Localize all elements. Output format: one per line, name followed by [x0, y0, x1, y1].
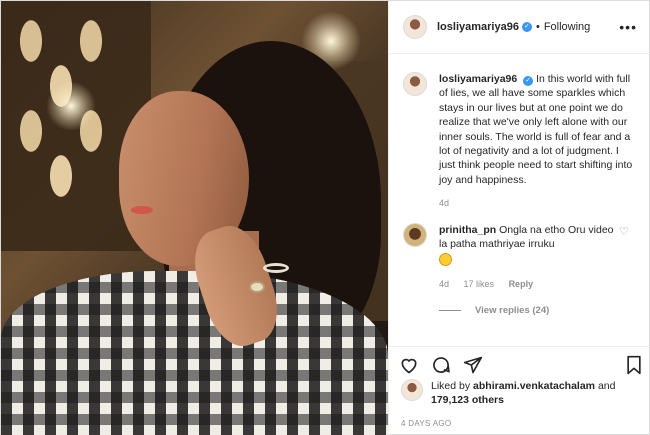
bookmark-icon[interactable]: [625, 355, 643, 378]
likes-summary: Liked by abhirami.venkatachalam and 179,…: [401, 379, 615, 407]
likes-text: Liked by abhirami.venkatachalam and 179,…: [431, 379, 615, 407]
separator-dot: •: [535, 21, 540, 33]
post-timestamp[interactable]: 4 DAYS AGO: [401, 419, 451, 428]
share-icon[interactable]: [463, 355, 483, 378]
lips: [131, 206, 153, 214]
comment-meta: 4d 17 likes Reply: [439, 277, 621, 291]
and-label: and: [597, 380, 616, 392]
avatar[interactable]: [403, 72, 427, 96]
caption-text: In this world with full of lies, we all …: [439, 73, 633, 186]
comment-age: 4d: [439, 278, 450, 289]
view-replies-button[interactable]: View replies (24): [439, 305, 637, 316]
action-bar: [389, 346, 650, 382]
ring: [263, 263, 289, 273]
caption-body: losliyamariya96 ✓ In this world with ful…: [439, 72, 637, 211]
replies-divider: [439, 310, 461, 312]
checkered-shirt: [1, 271, 388, 435]
view-replies-label: View replies (24): [475, 305, 550, 317]
caption: losliyamariya96 ✓ In this world with ful…: [403, 72, 637, 211]
header-username[interactable]: losliyamariya96: [437, 21, 519, 33]
comment: prinitha_pn Ongla na etho Oru video la p…: [403, 222, 637, 292]
verified-badge-icon: ✓: [523, 76, 534, 86]
post-photo[interactable]: [1, 1, 388, 435]
comments-section: losliyamariya96 ✓ In this world with ful…: [389, 54, 650, 346]
verified-badge-icon: ✓: [521, 22, 532, 32]
others-count[interactable]: 179,123 others: [431, 394, 504, 406]
post-side-panel: losliyamariya96 ✓ • Following ••• losliy…: [388, 1, 650, 435]
avatar[interactable]: [403, 15, 427, 39]
heart-icon[interactable]: [399, 355, 419, 378]
liked-by-label: Liked by: [431, 380, 471, 392]
liker-username[interactable]: abhirami.venkatachalam: [473, 380, 595, 392]
liker-avatar[interactable]: [401, 379, 423, 401]
more-options-icon[interactable]: •••: [619, 19, 637, 35]
comment-body: prinitha_pn Ongla na etho Oru video la p…: [439, 223, 621, 292]
following-button[interactable]: Following: [544, 21, 590, 33]
ring: [249, 281, 265, 293]
comment-username[interactable]: prinitha_pn: [439, 224, 496, 236]
comment-likes[interactable]: 17 likes: [464, 279, 495, 289]
caption-username[interactable]: losliyamariya96: [439, 73, 517, 85]
post-header: losliyamariya96 ✓ • Following •••: [389, 1, 650, 54]
comment-icon[interactable]: [431, 355, 451, 378]
laughing-emoji-icon: [439, 253, 452, 267]
commenter-avatar[interactable]: [403, 222, 427, 247]
comment-like-heart-icon[interactable]: ♡: [619, 225, 629, 238]
lamp-glow: [46, 81, 96, 131]
caption-age: 4d: [439, 198, 450, 209]
reply-button[interactable]: Reply: [509, 279, 534, 289]
instagram-post: losliyamariya96 ✓ • Following ••• losliy…: [0, 0, 650, 435]
